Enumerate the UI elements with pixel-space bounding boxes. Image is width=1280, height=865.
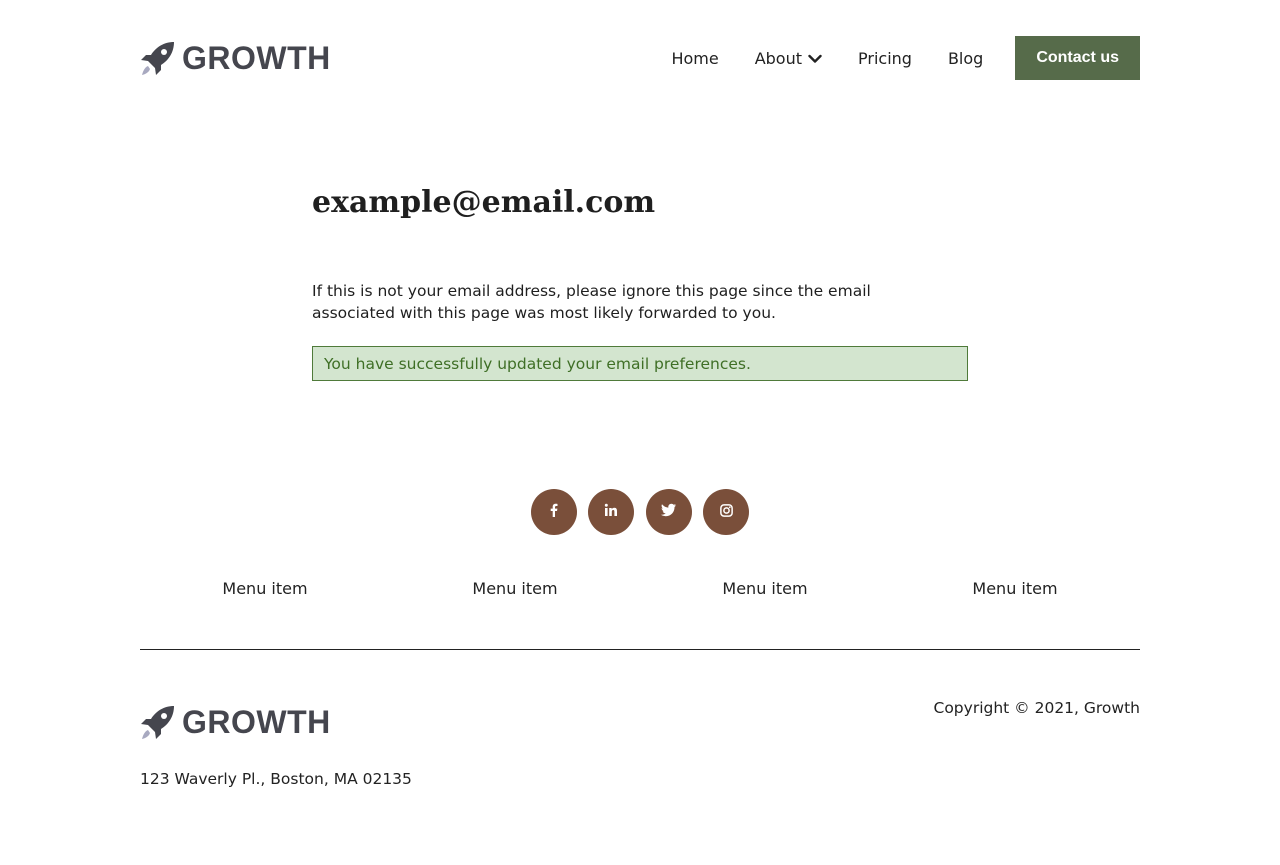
footer-menu-item[interactable]: Menu item (640, 578, 890, 600)
rocket-icon (140, 40, 176, 76)
nav-home[interactable]: Home (671, 49, 718, 68)
contact-us-button[interactable]: Contact us (1015, 36, 1140, 80)
logo[interactable]: GROWTH (140, 36, 331, 80)
facebook-icon (546, 502, 562, 522)
footer-logo[interactable]: GROWTH (140, 700, 331, 744)
social-links (0, 489, 1280, 535)
footer-menu: Menu item Menu item Menu item Menu item (140, 578, 1140, 600)
copyright-text: Copyright © 2021, Growth (933, 699, 1141, 717)
linkedin-button[interactable] (588, 489, 635, 535)
logo-text: GROWTH (182, 40, 331, 76)
success-alert: You have successfully updated your email… (312, 346, 968, 381)
email-heading: example@email.com (312, 185, 656, 220)
chevron-down-icon (808, 49, 822, 68)
nav-blog[interactable]: Blog (948, 49, 983, 68)
email-note: If this is not your email address, pleas… (312, 282, 871, 322)
nav-pricing[interactable]: Pricing (858, 49, 912, 68)
footer-logo-text: GROWTH (182, 704, 331, 740)
footer-menu-item[interactable]: Menu item (390, 578, 640, 600)
nav-about-label: About (754, 48, 803, 68)
linkedin-icon (603, 502, 619, 522)
twitter-button[interactable] (645, 489, 692, 535)
instagram-icon (719, 503, 734, 522)
footer-divider (140, 649, 1140, 650)
footer-menu-item[interactable]: Menu item (140, 578, 390, 600)
main-nav: Home About Pricing Blog Contact us (671, 36, 1140, 80)
twitter-icon (660, 502, 677, 522)
main-content: example@email.com If this is not your em… (312, 180, 968, 381)
address-text: 123 Waverly Pl., Boston, MA 02135 (140, 770, 412, 788)
footer-menu-item[interactable]: Menu item (890, 578, 1140, 600)
nav-about[interactable]: About (755, 49, 822, 68)
rocket-icon (140, 704, 176, 740)
instagram-button[interactable] (703, 489, 750, 535)
facebook-button[interactable] (530, 489, 577, 535)
site-header: GROWTH Home About Pricing Blog Contact u… (140, 36, 1140, 80)
